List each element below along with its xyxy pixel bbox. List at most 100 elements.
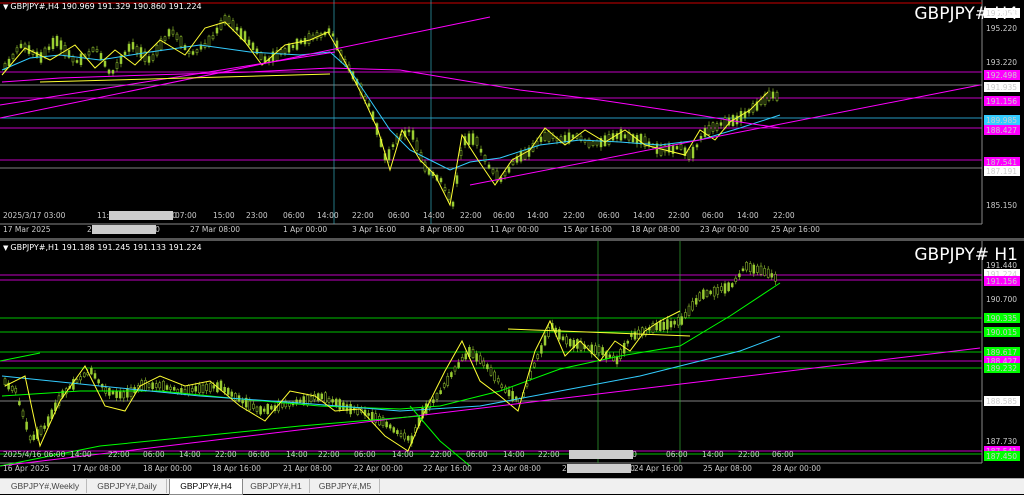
h4-candle-body [439,178,443,183]
h1-candle-body [669,321,673,328]
h1-time-label: 2025.04.24 15:00 [570,450,637,459]
h1-candle-body [158,382,162,389]
h1-chart-pane[interactable]: 191.440 191.224 191.156 190.700 190.335 190.0… [0,241,1024,478]
h4-candle-body [467,133,471,145]
h1-candle-body [543,335,547,346]
tab-h1[interactable]: GBPJPY#,H1 [243,479,310,493]
h1-candle-body [597,346,601,353]
h1-candle-body [370,411,374,421]
h4-candle-body [187,50,191,54]
h4-date-label: 2025.03.24 00:00 [93,225,160,234]
h4-candle-body [543,132,547,141]
tab-daily[interactable]: GBPJPY#,Daily [88,479,167,493]
h4-candle-body [179,36,183,47]
h4-candle-body [447,192,451,200]
h1-date-label: 28 Apr 00:00 [772,464,821,473]
tab-weekly[interactable]: GBPJPY#,Weekly [4,479,87,493]
tab-m5[interactable]: GBPJPY#,M5 [311,479,380,493]
h1-date-label: 18 Apr 16:00 [212,464,261,473]
h4-candle-body [471,133,475,145]
h4-candle-body [459,150,463,156]
h4-candle-body [291,44,295,48]
h4-candle-body [675,146,679,150]
chart-tabs-bar: GBPJPY#,Weekly GBPJPY#,Daily GBPJPY#,H4 … [0,478,1024,495]
h1-candle-body [79,376,82,381]
h4-time-label: 06:00 [493,211,515,220]
h4-candle-body [511,161,515,166]
h1-candle-body [439,390,442,395]
h4-candle-body [719,122,723,126]
h1-candle-body [298,399,302,403]
h1-candle-body [252,403,255,409]
h1-candle-body [752,264,756,274]
h1-price-label: 190.700 [986,295,1017,304]
h4-time-label: 07:00 [175,211,197,220]
h1-time-label: 06:00 [466,450,488,459]
h1-candle-body [536,354,540,360]
h1-candle-body [612,355,615,361]
h4-candle-body [131,42,135,50]
h1-candle-body [651,322,655,333]
h1-date-label: 22 Apr 00:00 [354,464,403,473]
h4-time-label: 06:00 [702,211,724,220]
h1-candle-body [266,403,270,415]
h1-price-label: 188.585 [986,397,1017,406]
h4-candle-body [331,33,335,37]
h4-candle-body [367,103,371,107]
h1-chart-header: ▼ GBPJPY#,H1 191.188 191.245 191.133 191.… [3,243,202,252]
h1-candle-body [18,401,21,406]
dropdown-triangle-icon[interactable]: ▼ [3,244,8,252]
h4-time-label: 22:00 [668,211,690,220]
h1-candle-body [349,404,352,415]
h1-candle-body [702,289,705,299]
h1-candle-body [446,375,450,386]
h4-candle-body [235,27,239,31]
h1-date-label: 17 Apr 08:00 [72,464,121,473]
h1-candle-body [219,380,223,391]
h1-candle-body [723,283,727,294]
h1-candle-body [763,268,766,276]
h4-candle-body [423,161,427,172]
h1-price-label: 190.335 [986,314,1017,323]
h4-date-label: 3 Apr 16:00 [352,225,396,234]
h1-candle-body [14,387,18,393]
h1-candle-body [622,343,626,354]
h4-candle-body [307,33,311,44]
h1-candle-body [662,321,666,330]
h1-candle-body [432,399,435,403]
h4-candle-body [411,130,415,140]
h4-candle-body [695,144,699,148]
h4-candle-body [623,134,627,139]
h1-candle-body [694,298,698,305]
h4-candle-body [175,33,179,40]
h1-candle-body [406,436,410,441]
h1-candle-body [601,347,604,355]
h4-time-label: 14:00 [737,211,759,220]
h1-candle-body [712,286,716,297]
h4-chart-pane[interactable]: 196.053 195.220 193.220 192.498 191.935 191.1… [0,0,1024,238]
h4-candle-body [191,51,195,55]
h1-candle-body [727,282,730,292]
dropdown-triangle-icon[interactable]: ▼ [3,3,8,11]
h4-candle-body [19,43,23,48]
h4-candle-body [111,70,115,74]
h4-candle-body [491,169,495,174]
h4-candle-body [451,201,455,207]
h4-candle-body [219,20,223,30]
h4-price-label: 191.935 [986,83,1017,92]
h4-chart-canvas[interactable]: 196.053195.220193.220192.498191.935191.1… [0,0,1024,238]
h1-candle-body [500,384,504,388]
h1-candle-body [392,427,396,433]
h1-candle-body [176,389,180,393]
h1-candle-body [403,432,406,440]
h1-date-label: 2025.04.24 09:00 [568,464,635,473]
h1-time-label: 14:00 [503,450,525,459]
h4-date-label: 27 Mar 08:00 [190,225,240,234]
h1-candle-body [399,433,403,437]
h1-candle-body [226,387,230,395]
h4-candle-body [115,62,119,69]
h1-chart-canvas[interactable]: 191.440191.224191.156190.700190.335190.0… [0,241,1024,478]
h1-time-label: 22:00 [318,450,340,459]
h1-candle-body [770,273,774,278]
h4-candle-body [775,91,779,101]
